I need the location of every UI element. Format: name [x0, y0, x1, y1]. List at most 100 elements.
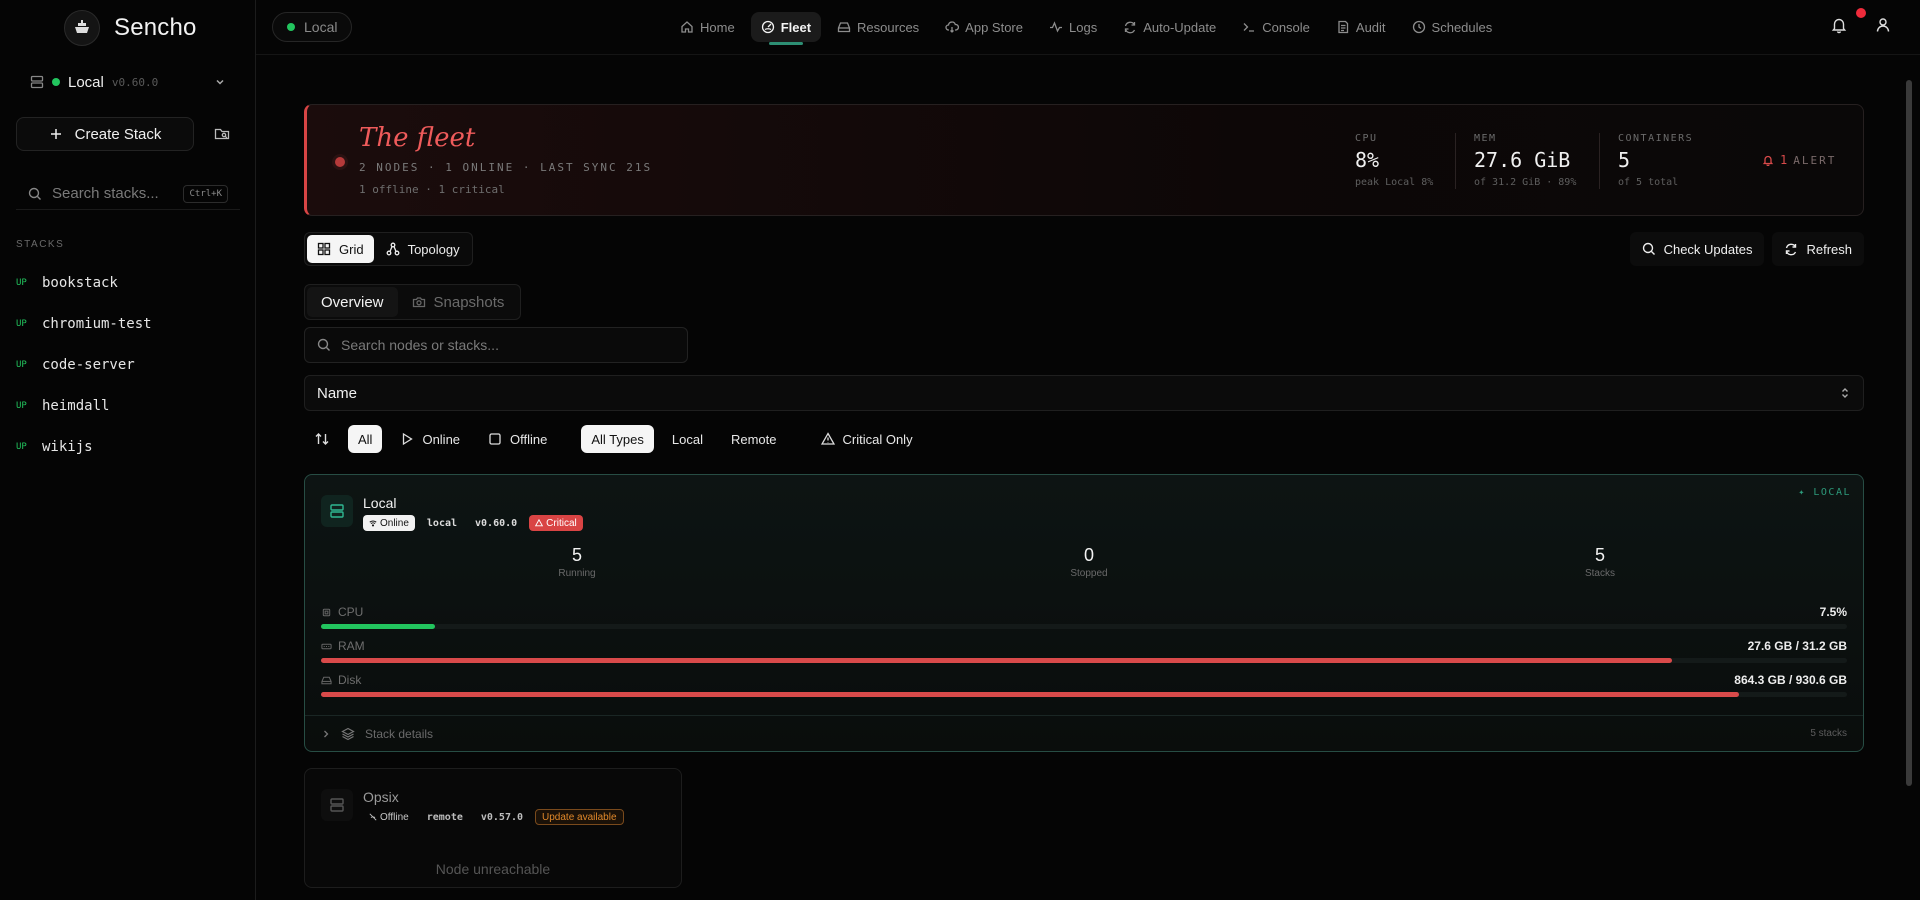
top-bar: Local Home Fleet Resources App Store Log… [256, 0, 1920, 55]
containers-metric: CONTAINERS 5 of 5 total [1618, 133, 1693, 188]
stack-item-chromium-test[interactable]: UP chromium-test [16, 303, 240, 344]
tab-snapshots[interactable]: Snapshots [398, 287, 519, 317]
filter-critical-only[interactable]: Critical Only [811, 425, 923, 453]
cpu-metric-value: 8% [1355, 148, 1380, 172]
search-nodes-input[interactable]: Search nodes or stacks... [304, 327, 688, 363]
filter-all[interactable]: All [348, 425, 383, 453]
online-badge: Online [363, 515, 415, 531]
sencho-logo-icon [64, 10, 100, 46]
sort-select[interactable]: Name [304, 375, 1864, 411]
nav-auto-update[interactable]: Auto-Update [1113, 12, 1226, 42]
wifi-icon [369, 519, 377, 527]
node-selector-name: Local [68, 73, 104, 91]
disk-usage-fill [321, 692, 1739, 697]
nav-label: Resources [857, 19, 920, 35]
environment-pill[interactable]: Local [272, 12, 353, 42]
filter-online-label: Online [422, 431, 461, 447]
grid-view-button[interactable]: Grid [307, 235, 374, 263]
stack-name: wikijs [42, 438, 93, 455]
topology-view-button[interactable]: Topology [376, 235, 470, 263]
filter-online[interactable]: Online [390, 425, 470, 453]
alert-count: 1 [1780, 153, 1788, 167]
tab-overview[interactable]: Overview [307, 287, 398, 317]
disk-usage: Disk 864.3 GB / 930.6 GB [321, 673, 1847, 697]
fleet-actions: Check Updates Refresh [1629, 232, 1864, 266]
nav-label: Schedules [1431, 19, 1493, 35]
create-stack-button[interactable]: Create Stack [16, 117, 194, 151]
stack-item-heimdall[interactable]: UP heimdall [16, 385, 240, 426]
filter-all-types[interactable]: All Types [581, 425, 654, 453]
stack-details-label: Stack details [365, 726, 434, 741]
stack-status-badge: UP [16, 359, 27, 370]
stack-name: code-server [42, 356, 135, 373]
view-toggle: Grid Topology [304, 232, 473, 266]
stack-item-bookstack[interactable]: UP bookstack [16, 262, 240, 303]
search-icon [28, 187, 42, 201]
sort-arrows-icon [314, 431, 330, 447]
filter-remote[interactable]: Remote [721, 425, 787, 453]
nav-resources[interactable]: Resources [827, 12, 929, 42]
stack-search-input[interactable]: Search stacks... Ctrl+K [16, 178, 240, 210]
filter-bar: All Online Offline All Types Local Remot… [304, 425, 923, 453]
warning-triangle-icon [535, 519, 544, 527]
node-badges: Offline remote v0.57.0 Update available [363, 809, 624, 825]
disk-usage-bar [321, 692, 1847, 697]
node-card-opsix[interactable]: Opsix Offline remote v0.57.0 Update avai… [304, 768, 682, 888]
open-folder-button[interactable] [204, 117, 240, 151]
nav-app-store[interactable]: App Store [935, 12, 1033, 42]
refresh-button[interactable]: Refresh [1772, 232, 1864, 266]
nav-home[interactable]: Home [670, 12, 745, 42]
app-name: Sencho [114, 14, 197, 41]
stack-status-badge: UP [16, 400, 27, 411]
node-selector[interactable]: Local v0.60.0 [16, 64, 240, 100]
nav-console[interactable]: Console [1232, 12, 1320, 42]
stack-status-badge: UP [16, 277, 27, 288]
filter-offline[interactable]: Offline [478, 425, 557, 453]
mem-metric-sub: of 31.2 GiB · 89% [1474, 177, 1577, 188]
nav-label: Fleet [780, 19, 812, 35]
brand[interactable]: Sencho [64, 10, 197, 46]
nav-fleet[interactable]: Fleet [750, 12, 822, 45]
offline-badge-label: Offline [380, 811, 409, 823]
fleet-summary-panel: The fleet 2 NODES · 1 ONLINE · LAST SYNC… [304, 104, 1864, 216]
layers-icon [341, 727, 355, 741]
environment-status-dot [287, 23, 295, 31]
page-title: The fleet [359, 123, 476, 153]
node-version-badge: v0.57.0 [480, 811, 524, 823]
play-icon [400, 432, 414, 446]
check-updates-button[interactable]: Check Updates [1629, 232, 1765, 266]
nav-label: Audit [1355, 19, 1386, 35]
update-available-badge[interactable]: Update available [535, 809, 624, 825]
sort-select-value: Name [317, 384, 358, 402]
nav-label: Auto-Update [1143, 19, 1217, 35]
notifications-button[interactable] [1830, 16, 1848, 34]
stacks-count: 5 Stacks [1560, 545, 1640, 579]
nav-audit[interactable]: Audit [1326, 12, 1396, 42]
stack-name: heimdall [42, 397, 110, 414]
nav-logs[interactable]: Logs [1039, 12, 1107, 42]
metric-divider [1455, 133, 1456, 189]
stack-details-toggle[interactable]: Stack details 5 stacks [305, 715, 1863, 751]
cpu-usage-bar [321, 624, 1847, 629]
filter-local[interactable]: Local [662, 425, 713, 453]
check-updates-label: Check Updates [1663, 241, 1753, 257]
stack-list: UP bookstack UP chromium-test UP code-se… [16, 262, 240, 467]
folder-search-icon [214, 126, 230, 142]
nav-schedules[interactable]: Schedules [1402, 12, 1503, 42]
sort-direction-button[interactable] [304, 425, 340, 453]
user-menu-button[interactable] [1874, 16, 1892, 34]
server-icon [321, 495, 353, 527]
stack-item-wikijs[interactable]: UP wikijs [16, 426, 240, 467]
server-icon [30, 75, 44, 89]
page-scrollbar[interactable] [1906, 80, 1912, 786]
alerts-indicator[interactable]: 1 ALERT [1762, 153, 1836, 167]
mem-metric: MEM 27.6 GiB of 31.2 GiB · 89% [1474, 133, 1576, 188]
local-tag-label: LOCAL [1813, 487, 1851, 498]
stack-details-count: 5 stacks [1810, 728, 1847, 739]
nav-label: Console [1262, 19, 1310, 35]
running-count-label: Running [558, 568, 596, 579]
node-card-local[interactable]: Local Online local v0.60.0 Critical ✦ LO… [304, 474, 1864, 752]
node-badges: Online local v0.60.0 Critical [363, 515, 583, 531]
stack-item-code-server[interactable]: UP code-server [16, 344, 240, 385]
ram-usage-label: RAM [338, 639, 365, 653]
